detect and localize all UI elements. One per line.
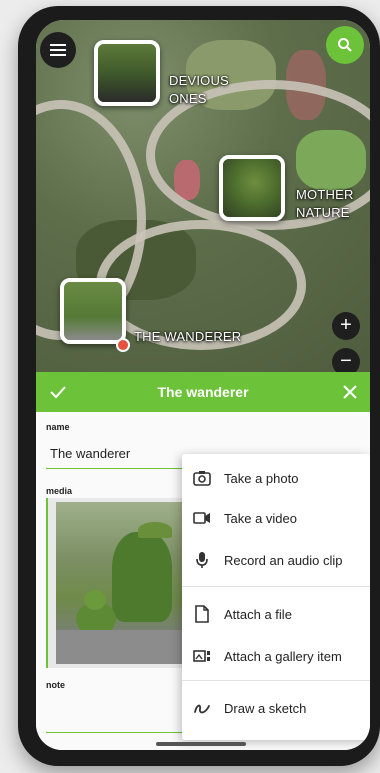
video-camera-icon [192, 508, 212, 528]
camera-icon [192, 468, 212, 488]
hamburger-menu-icon [50, 44, 66, 56]
close-button[interactable] [336, 378, 364, 406]
home-indicator [156, 742, 246, 746]
name-field-label: name [46, 422, 70, 432]
menu-item-label: Attach a file [224, 606, 292, 622]
photo-shrub [84, 590, 106, 610]
menu-item-label: Draw a sketch [224, 700, 307, 716]
marker-thumbnail [64, 282, 122, 340]
menu-item-label: Record an audio clip [224, 552, 343, 568]
sheet-header: The wanderer [36, 372, 370, 412]
marker-label-the-wanderer[interactable]: THE WANDERER [134, 328, 241, 346]
map-marker-devious-ones[interactable] [94, 40, 160, 106]
microphone-icon [192, 550, 212, 570]
pen-squiggle-icon [192, 698, 212, 718]
gallery-icon [192, 646, 212, 666]
menu-item-attach-file[interactable]: Attach a file [182, 594, 370, 634]
marker-label-mother-nature[interactable]: MOTHER NATURE [296, 186, 354, 222]
map-marker-the-wanderer[interactable] [60, 278, 126, 344]
menu-button[interactable] [40, 32, 76, 68]
search-button[interactable] [326, 26, 364, 64]
photo-figure [112, 532, 172, 622]
media-add-menu: Take a photo Take a video Record an audi… [182, 454, 370, 740]
photo-hat [138, 522, 172, 538]
menu-item-label: Take a video [224, 510, 297, 526]
marker-label-line: ONES [169, 91, 207, 106]
zoom-in-button[interactable]: + [332, 312, 360, 340]
marker-label-line: THE WANDERER [134, 329, 242, 344]
map-marker-mother-nature[interactable] [219, 155, 285, 221]
marker-label-line: MOTHER [296, 187, 354, 202]
selected-marker-dot [116, 338, 130, 352]
menu-item-attach-gallery[interactable]: Attach a gallery item [182, 636, 370, 676]
menu-item-label: Attach a gallery item [224, 648, 342, 664]
menu-divider [182, 586, 370, 587]
menu-item-record-audio[interactable]: Record an audio clip [182, 540, 370, 580]
sheet-title: The wanderer [157, 384, 249, 400]
marker-label-line: NATURE [296, 205, 350, 220]
menu-item-draw-sketch[interactable]: Draw a sketch [182, 688, 370, 728]
menu-item-take-video[interactable]: Take a video [182, 498, 370, 538]
zoom-out-button[interactable]: − [332, 348, 360, 372]
file-icon [192, 604, 212, 624]
marker-thumbnail [98, 44, 156, 102]
search-icon [338, 38, 352, 52]
note-field-label: note [46, 680, 65, 690]
marker-thumbnail [223, 159, 281, 217]
name-field[interactable]: The wanderer [50, 446, 130, 461]
close-icon [343, 385, 357, 399]
menu-item-take-photo[interactable]: Take a photo [182, 458, 370, 498]
confirm-button[interactable] [44, 378, 72, 406]
marker-label-devious-ones[interactable]: DEVIOUS ONES [169, 72, 229, 108]
menu-divider [182, 680, 370, 681]
map-view[interactable]: DEVIOUS ONES MOTHER NATURE THE WANDERER … [36, 20, 370, 372]
media-photo [56, 502, 184, 664]
marker-label-line: DEVIOUS [169, 73, 229, 88]
media-field-label: media [46, 486, 73, 496]
menu-item-label: Take a photo [224, 470, 299, 486]
media-attachment[interactable] [46, 498, 186, 668]
app-screen: DEVIOUS ONES MOTHER NATURE THE WANDERER … [36, 20, 370, 750]
check-icon [50, 386, 66, 399]
photo-ground [56, 630, 184, 664]
